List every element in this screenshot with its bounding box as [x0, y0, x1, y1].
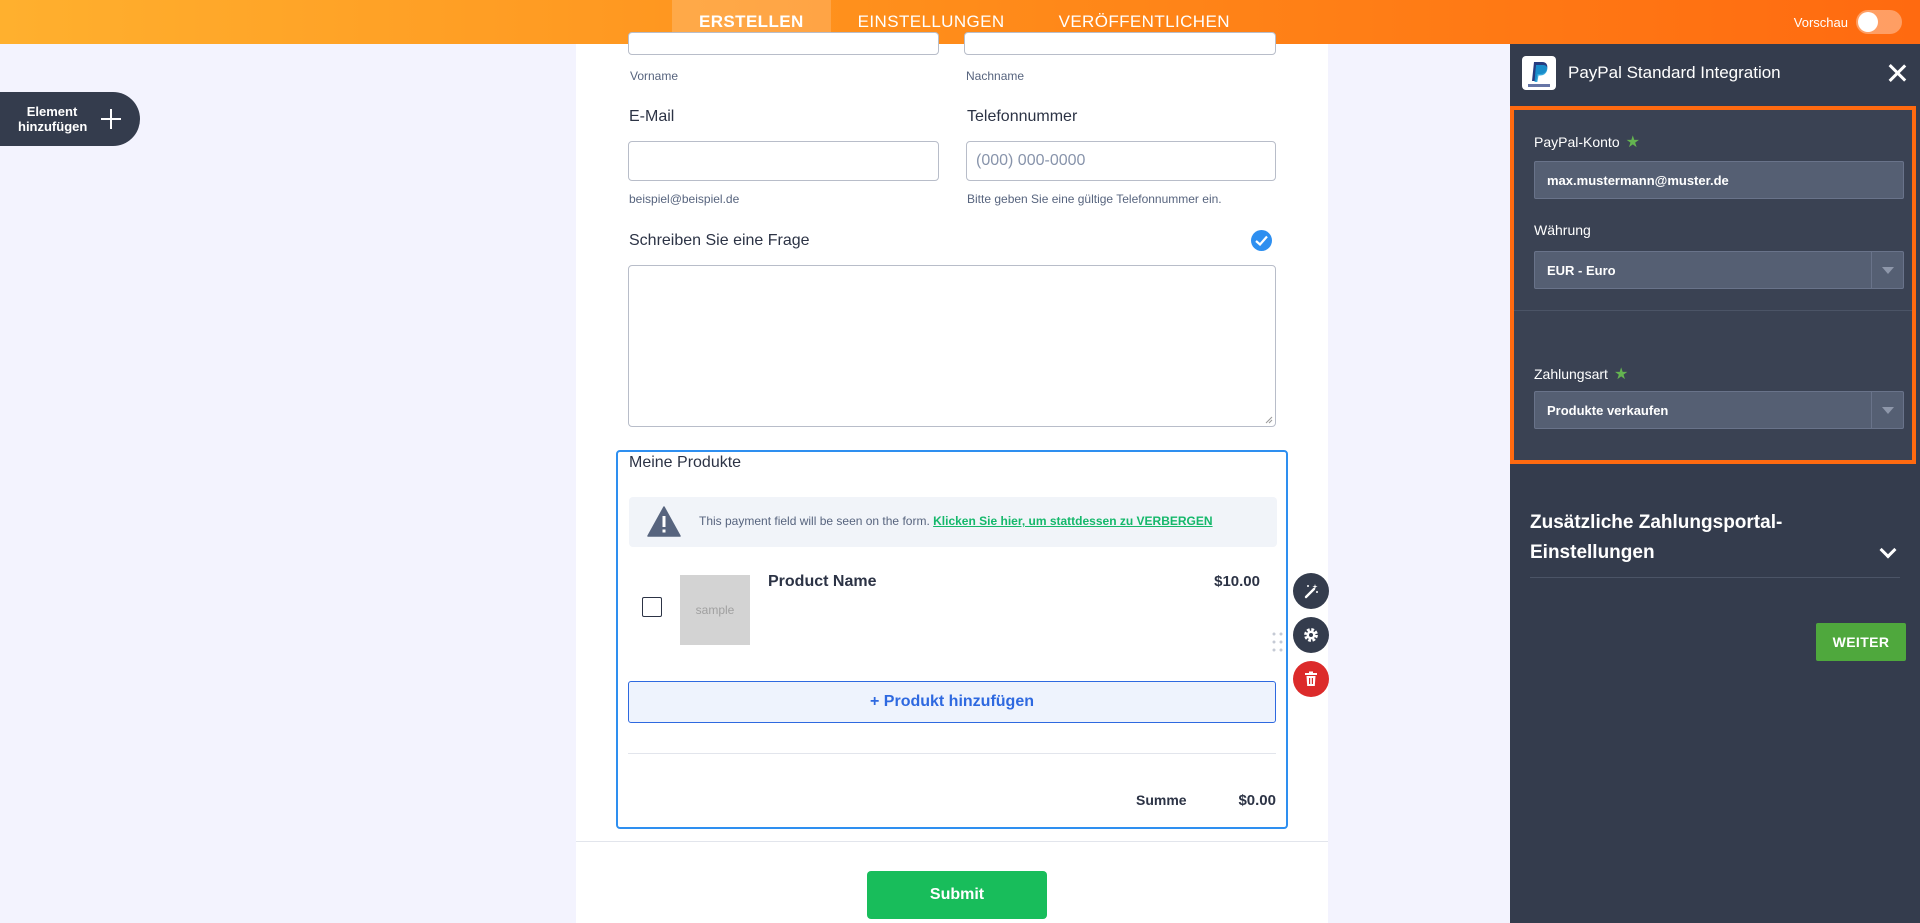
first-name-sublabel: Vorname	[630, 69, 679, 83]
paypal-account-label-text: PayPal-Konto	[1534, 134, 1620, 150]
hide-field-link[interactable]: Klicken Sie hier, um stattdessen zu VERB…	[933, 514, 1212, 528]
last-name-sublabel: Nachname	[966, 69, 1025, 83]
close-icon[interactable]	[1888, 64, 1906, 82]
required-star-icon: ★	[1613, 366, 1629, 383]
currency-value: EUR - Euro	[1547, 262, 1616, 278]
sum-label: Summe	[1136, 792, 1187, 808]
warning-icon	[647, 506, 681, 537]
products-title: Meine Produkte	[629, 454, 742, 471]
additional-gateway-settings[interactable]: Zusätzliche Zahlungsportal- Einstellunge…	[1530, 508, 1900, 568]
preview-label: Vorschau	[1793, 14, 1848, 30]
payment-type-label: Zahlungsart ★	[1534, 364, 1628, 384]
currency-label: Währung	[1534, 222, 1591, 238]
phone-input[interactable]: (000) 000-0000	[966, 141, 1276, 181]
drag-handle-icon[interactable]	[1272, 631, 1284, 653]
required-star-icon: ★	[1625, 134, 1640, 151]
add-product-button[interactable]: + Produkt hinzufügen	[628, 681, 1276, 723]
panel-title: PayPal Standard Integration	[1568, 63, 1781, 82]
payment-notice: This payment field will be seen on the f…	[629, 497, 1277, 547]
paypal-account-value: max.mustermann@muster.de	[1547, 172, 1729, 188]
delete-button[interactable]	[1293, 661, 1329, 697]
question-textarea[interactable]	[628, 265, 1276, 427]
phone-label: Telefonnummer	[967, 108, 1078, 125]
email-sublabel: beispiel@beispiel.de	[629, 192, 740, 206]
plus-icon	[100, 108, 122, 130]
preview-toggle[interactable]	[1856, 10, 1902, 34]
form-canvas: Vorname Nachname E-Mail beispiel@beispie…	[576, 32, 1329, 923]
panel-header: PayPal Standard Integration	[1510, 44, 1920, 100]
submit-button[interactable]: Submit	[867, 871, 1047, 919]
payment-type-value: Produkte verkaufen	[1547, 402, 1669, 418]
paypal-icon	[1522, 56, 1556, 90]
first-name-input[interactable]	[628, 32, 939, 55]
product-price: $10.00	[1214, 573, 1260, 590]
paypal-settings-panel: PayPal Standard Integration PayPal-Konto…	[1510, 44, 1920, 923]
email-label: E-Mail	[629, 108, 675, 125]
highlighted-settings-box: PayPal-Konto ★ max.mustermann@muster.de W…	[1510, 106, 1916, 464]
gear-icon	[1304, 628, 1318, 642]
phone-sublabel: Bitte geben Sie eine gültige Telefonnumm…	[967, 192, 1222, 206]
form-divider	[576, 841, 1328, 842]
products-field[interactable]: Meine Produkte This payment field will b…	[616, 450, 1288, 829]
email-input[interactable]	[628, 141, 939, 181]
trash-icon	[1305, 671, 1317, 686]
paypal-account-label: PayPal-Konto ★	[1534, 132, 1640, 152]
additional-settings-line1: Zusätzliche Zahlungsportal-	[1530, 512, 1783, 533]
settings-button[interactable]	[1293, 617, 1329, 653]
dropdown-arrow-icon	[1871, 392, 1903, 428]
currency-select[interactable]: EUR - Euro	[1534, 251, 1904, 289]
dropdown-arrow-icon	[1871, 252, 1903, 288]
add-element-label: Element hinzufügen	[18, 104, 88, 134]
panel-separator	[1514, 310, 1912, 311]
additional-settings-line2: Einstellungen	[1530, 542, 1655, 563]
add-element-label-line1: Element	[26, 104, 78, 119]
magic-wand-button[interactable]	[1293, 573, 1329, 609]
phone-placeholder: (000) 000-0000	[976, 152, 1086, 169]
product-image: sample	[680, 575, 750, 645]
resize-handle-icon[interactable]	[1264, 415, 1273, 424]
last-name-input[interactable]	[964, 32, 1276, 55]
next-button[interactable]: WEITER	[1816, 623, 1906, 661]
paypal-account-input[interactable]: max.mustermann@muster.de	[1534, 161, 1904, 199]
magic-wand-icon	[1304, 584, 1318, 599]
question-label: Schreiben Sie eine Frage	[629, 232, 810, 249]
preview-control: Vorschau	[1794, 0, 1902, 44]
payment-type-select[interactable]: Produkte verkaufen	[1534, 391, 1904, 429]
check-icon	[1251, 230, 1272, 251]
top-navigation-bar: ERSTELLEN EINSTELLUNGEN VERÖFFENTLICHEN …	[0, 0, 1920, 44]
payment-type-label-text: Zahlungsart	[1534, 366, 1608, 382]
product-checkbox[interactable]	[642, 597, 662, 617]
add-element-button[interactable]: Element hinzufügen	[0, 92, 140, 146]
product-name: Product Name	[768, 573, 877, 590]
notice-message: This payment field will be seen on the f…	[699, 514, 930, 528]
sum-value: $0.00	[1238, 792, 1276, 809]
additional-settings-divider	[1530, 577, 1900, 578]
products-divider	[628, 753, 1276, 754]
add-element-label-line2: hinzufügen	[18, 119, 88, 134]
notice-text: This payment field will be seen on the f…	[699, 514, 1213, 528]
